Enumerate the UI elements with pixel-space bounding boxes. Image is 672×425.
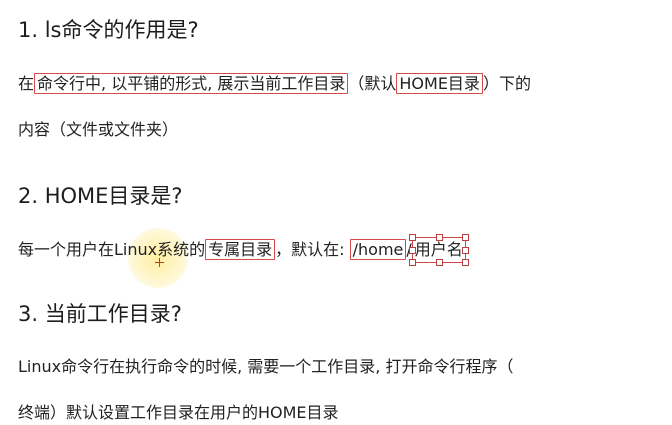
heading-section-1: 1. ls命令的作用是? <box>18 18 199 42</box>
text-suffix: ）下的 <box>482 74 531 93</box>
text-default-at: ，默认在: <box>275 240 350 259</box>
resize-handle-top-right[interactable] <box>461 234 469 241</box>
annotation-box-private-dir: 专属目录 <box>205 239 276 260</box>
text-linux: Linux <box>114 240 158 259</box>
resize-handle-bottom-left[interactable] <box>408 259 416 266</box>
section-3-line-1: Linux命令行在执行命令的时候, 需要一个工作目录, 打开命令行程序（ <box>18 357 514 376</box>
section-3-line-2: 终端）默认设置工作目录在用户的HOME目录 <box>18 403 339 422</box>
text-username: 用户名 <box>414 240 463 259</box>
resize-handle-bottom-middle[interactable] <box>435 259 443 266</box>
text-system: 系统的 <box>157 240 206 259</box>
section-1-line-2: 内容（文件或文件夹） <box>18 120 179 139</box>
heading-section-3: 3. 当前工作目录? <box>18 302 182 326</box>
resize-handle-middle-right[interactable] <box>461 247 469 254</box>
resize-handle-top-middle[interactable] <box>435 234 443 241</box>
selected-annotation-box-username[interactable]: 用户名 <box>408 234 469 266</box>
annotation-box-command-line: 命令行中, 以平铺的形式, 展示当前工作目录 <box>34 73 349 94</box>
section-2-line-1: 每一个用户在Linux系统的专属目录，默认在: /home/用户名 <box>18 234 469 266</box>
section-1-line-1: 在命令行中, 以平铺的形式, 展示当前工作目录 （默认 HOME目录 ）下的 <box>18 72 531 96</box>
resize-handle-top-left[interactable] <box>408 234 416 241</box>
text-prefix: 每一个用户在 <box>18 240 115 259</box>
heading-section-2: 2. HOME目录是? <box>18 184 183 208</box>
text-default: （默认 <box>348 74 397 93</box>
resize-handle-bottom-right[interactable] <box>461 259 469 266</box>
annotation-box-home-path: /home <box>349 239 407 260</box>
resize-handle-middle-left[interactable] <box>408 247 416 254</box>
annotation-box-home-dir: HOME目录 <box>396 73 483 94</box>
text-prefix: 在 <box>18 74 35 93</box>
